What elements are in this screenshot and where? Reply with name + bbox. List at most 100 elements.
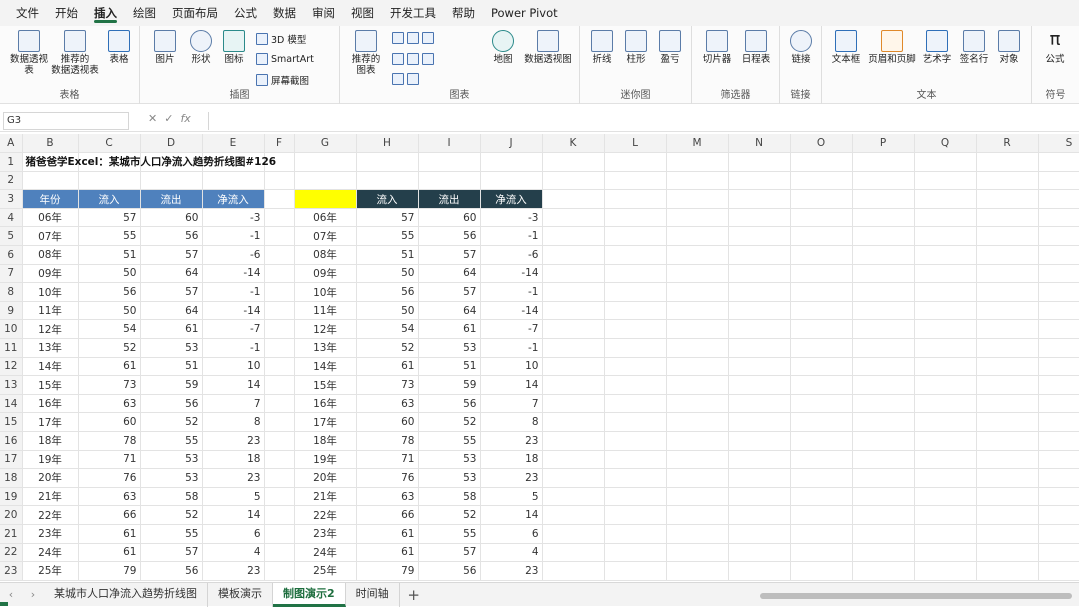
cell[interactable]: 61 (140, 319, 203, 340)
cell[interactable]: 14 (480, 375, 543, 395)
cell[interactable]: 5 (480, 487, 543, 507)
cell[interactable] (728, 301, 791, 321)
cell[interactable]: 78 (78, 431, 141, 451)
selected-cell-g3[interactable] (294, 189, 357, 209)
cell[interactable] (264, 189, 295, 209)
cell[interactable]: 57 (140, 282, 203, 302)
cell[interactable] (604, 357, 667, 377)
column-chart-button[interactable] (392, 32, 434, 44)
cell[interactable]: 56 (140, 226, 203, 247)
pie-chart-button[interactable] (392, 73, 419, 85)
cell[interactable] (480, 171, 543, 191)
cell[interactable] (1038, 375, 1079, 395)
cell[interactable]: 55 (78, 226, 141, 247)
fx-icon[interactable]: fx (180, 112, 190, 125)
cell[interactable] (790, 431, 853, 451)
cell[interactable]: 56 (140, 394, 203, 414)
cell[interactable]: 52 (140, 505, 203, 525)
cell[interactable] (728, 543, 791, 563)
cell[interactable]: 4 (202, 543, 265, 563)
cell[interactable]: 11年 (22, 301, 79, 321)
cell[interactable]: 53 (418, 450, 481, 470)
cell[interactable]: 56 (78, 282, 141, 302)
cell[interactable] (542, 338, 605, 358)
cell[interactable] (264, 543, 295, 563)
cell[interactable]: 08年 (22, 245, 79, 265)
cell[interactable] (728, 338, 791, 358)
screenshot-button[interactable]: 屏幕截图 (256, 73, 309, 87)
cell[interactable]: 79 (356, 561, 419, 581)
row-header[interactable]: 3 (0, 189, 23, 209)
cell[interactable] (790, 282, 853, 302)
cell[interactable] (604, 375, 667, 395)
row-header[interactable]: 19 (0, 487, 23, 507)
cell[interactable] (604, 505, 667, 525)
cell[interactable]: 53 (140, 468, 203, 488)
cell[interactable] (604, 412, 667, 432)
cell[interactable] (78, 171, 141, 191)
icons-button[interactable]: 图标 (222, 30, 246, 65)
cell[interactable]: 22年 (22, 505, 79, 525)
cell[interactable]: -1 (480, 226, 543, 247)
cell[interactable]: 59 (418, 375, 481, 395)
cell[interactable] (914, 505, 977, 525)
cell[interactable]: 19年 (294, 450, 357, 470)
cell[interactable] (604, 301, 667, 321)
cell[interactable] (418, 171, 481, 191)
sheet-tab-2[interactable]: 制图演示2 (273, 582, 346, 607)
cell[interactable] (140, 171, 203, 191)
cell[interactable] (542, 505, 605, 525)
cell[interactable] (914, 338, 977, 358)
cell[interactable] (852, 264, 915, 284)
cell[interactable] (914, 357, 977, 377)
cell[interactable] (852, 226, 915, 247)
cell[interactable] (852, 152, 915, 172)
cell[interactable] (976, 543, 1039, 563)
cell[interactable]: 7 (202, 394, 265, 414)
cell[interactable] (1038, 505, 1079, 525)
cell[interactable] (790, 226, 853, 247)
cell[interactable] (728, 561, 791, 581)
cell[interactable] (604, 264, 667, 284)
cell[interactable]: 23 (480, 561, 543, 581)
cell[interactable] (666, 264, 729, 284)
cell[interactable] (1038, 561, 1079, 581)
cell[interactable] (976, 505, 1039, 525)
cell[interactable] (356, 152, 419, 172)
cell[interactable] (914, 282, 977, 302)
cell[interactable] (356, 171, 419, 191)
cell[interactable]: 60 (418, 208, 481, 228)
cell[interactable]: 18年 (294, 431, 357, 451)
cell[interactable] (852, 524, 915, 544)
cell[interactable] (790, 524, 853, 544)
cell[interactable] (542, 226, 605, 247)
cell[interactable]: 53 (418, 468, 481, 488)
cell[interactable] (264, 487, 295, 507)
cell[interactable] (728, 394, 791, 414)
cell[interactable] (1038, 171, 1079, 191)
cell[interactable] (852, 561, 915, 581)
cell[interactable] (1038, 152, 1079, 172)
cell[interactable] (666, 338, 729, 358)
cell[interactable] (728, 171, 791, 191)
column-header-K[interactable]: K (542, 134, 605, 154)
row-header[interactable]: 10 (0, 319, 23, 340)
column-header-B[interactable]: B (22, 134, 79, 154)
shapes-button[interactable]: 形状 (186, 30, 216, 65)
cell[interactable]: -7 (202, 319, 265, 340)
cell[interactable]: -1 (202, 338, 265, 358)
cell[interactable]: 63 (356, 394, 419, 414)
cell[interactable]: 50 (356, 301, 419, 321)
cell[interactable] (852, 357, 915, 377)
cell[interactable] (666, 245, 729, 265)
cell[interactable] (542, 412, 605, 432)
cell[interactable] (604, 468, 667, 488)
cell[interactable] (790, 505, 853, 525)
cell[interactable] (914, 561, 977, 581)
row-header[interactable]: 6 (0, 245, 23, 265)
cell[interactable]: -14 (480, 264, 543, 284)
cell[interactable]: 10年 (294, 282, 357, 302)
column-header-I[interactable]: I (418, 134, 481, 154)
cell[interactable]: 25年 (294, 561, 357, 581)
header-right-0[interactable]: 流入 (356, 189, 419, 209)
